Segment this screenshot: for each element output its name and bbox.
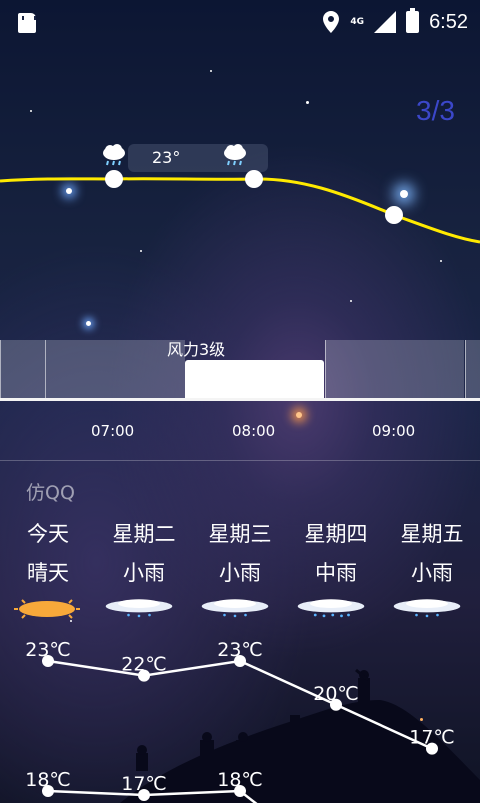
wind-bar <box>465 340 480 398</box>
low-temp-label: 18℃ <box>25 769 71 791</box>
battery-icon <box>406 8 420 33</box>
divider <box>0 398 480 401</box>
day-name: 星期三 <box>208 522 272 546</box>
hour-label: 09:00 <box>372 422 416 440</box>
forecast-day[interactable]: 星期四 中雨 <box>288 518 384 590</box>
hour-times: 07:00 08:00 09:00 <box>0 422 480 446</box>
clock: 6:52 <box>429 10 468 33</box>
sd-card-icon <box>18 13 36 33</box>
signal-icon <box>374 11 397 33</box>
day-name: 星期四 <box>304 522 368 546</box>
day-condition: 晴天 <box>27 561 69 585</box>
low-temp-label: 18℃ <box>217 769 263 791</box>
day-condition: 小雨 <box>123 561 165 585</box>
high-temp-label: 23℃ <box>217 639 263 661</box>
day-name: 星期二 <box>112 522 176 546</box>
network-type: 4G <box>350 17 365 27</box>
hourly-point <box>105 170 123 188</box>
divider <box>0 460 480 461</box>
forecast-day[interactable]: 星期三 小雨 <box>192 518 288 590</box>
high-temp-line <box>47 659 433 750</box>
forecast-day[interactable]: 星期五 小雨 <box>384 518 480 590</box>
day-condition: 小雨 <box>219 561 261 585</box>
location-icon <box>323 11 340 33</box>
brand-label: 仿QQ <box>26 482 75 504</box>
wind-bar <box>325 340 464 398</box>
day-condition: 小雨 <box>411 561 453 585</box>
wind-bar <box>45 340 185 398</box>
low-temp-label: 17℃ <box>121 773 167 795</box>
hour-label: 08:00 <box>232 422 276 440</box>
hourly-point <box>245 170 263 188</box>
high-temp-label: 22℃ <box>121 654 167 676</box>
wind-bars <box>0 340 480 400</box>
hour-label: 07:00 <box>91 422 135 440</box>
daily-temp-chart: 23℃ 22℃ 23℃ 20℃ 17℃ 18℃ 17℃ 18℃ <box>25 639 455 803</box>
high-temp-label: 20℃ <box>313 683 359 705</box>
hourly-temp-chart <box>0 170 480 244</box>
day-condition: 中雨 <box>315 561 357 585</box>
forecast-day[interactable]: 今天 晴天 <box>0 518 96 590</box>
wind-bar <box>0 340 45 398</box>
day-name: 星期五 <box>400 522 464 546</box>
wind-bar-active <box>185 360 324 400</box>
status-bar: 4G 6:52 <box>0 0 480 46</box>
high-temp-label: 17℃ <box>409 727 455 749</box>
high-temp-label: 23℃ <box>25 639 71 661</box>
forecast-day[interactable]: 星期二 小雨 <box>96 518 192 590</box>
wind-label: 风力3级 <box>167 340 226 359</box>
hourly-temp-line <box>0 177 480 244</box>
hourly-point <box>385 206 403 224</box>
day-name: 今天 <box>27 522 69 546</box>
